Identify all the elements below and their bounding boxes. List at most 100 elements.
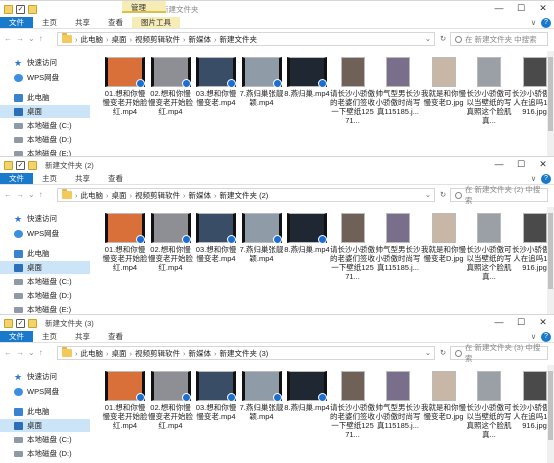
search-input[interactable]: 在 新建文件夹 中搜索	[450, 32, 548, 46]
file-item[interactable]: 7.燕归巢张靓颖.mp4	[239, 371, 285, 421]
forward-arrow-icon[interactable]: →	[16, 34, 24, 43]
nav-item[interactable]: 此电脑	[0, 247, 90, 260]
tab-view[interactable]: 查看	[99, 17, 132, 28]
nav-item[interactable]: ★ 快速访问	[0, 212, 90, 225]
file-item[interactable]: 我就是和你慢慢变老D.jpg	[421, 371, 467, 421]
tab-file[interactable]: 文件	[0, 173, 33, 184]
breadcrumb-item[interactable]: 此电脑	[81, 190, 104, 201]
file-item[interactable]: 请长沙小骄傲的老婆们签收一下壁纸12571...	[330, 57, 376, 125]
breadcrumb-item[interactable]: 视频剪辑软件	[135, 34, 180, 45]
breadcrumb-item[interactable]: 新建文件夹	[220, 34, 258, 45]
up-arrow-icon[interactable]: ↑	[39, 34, 43, 43]
vertical-scrollbar[interactable]	[547, 207, 554, 314]
tab-share[interactable]: 共享	[66, 173, 99, 184]
nav-item[interactable]: 此电脑	[0, 405, 90, 418]
tab-home[interactable]: 主页	[33, 17, 66, 28]
nav-item[interactable]: 此电脑	[0, 91, 90, 104]
new-folder-icon[interactable]	[28, 160, 37, 170]
file-item[interactable]: 长沙小骄傲可以当壁纸的写真照这个脸肌真...	[466, 371, 512, 439]
nav-item[interactable]: WPS网盘	[0, 385, 90, 398]
breadcrumb-item[interactable]: 新建文件夹 (2)	[220, 190, 269, 201]
back-arrow-icon[interactable]: ←	[4, 34, 12, 43]
forward-arrow-icon[interactable]: →	[16, 190, 24, 199]
tab-view[interactable]: 查看	[99, 173, 132, 184]
tab-file[interactable]: 文件	[0, 17, 33, 28]
file-item[interactable]: 02.想和你慢慢变老开始脸红.mp4	[148, 57, 194, 116]
maximize-button[interactable]: ☐	[510, 157, 532, 173]
forward-arrow-icon[interactable]: →	[16, 348, 24, 357]
file-item[interactable]: 8.燕归巢.mp4	[284, 57, 330, 98]
refresh-icon[interactable]: ↻	[437, 188, 449, 202]
nav-item[interactable]: 桌面	[0, 419, 90, 432]
address-dropdown-icon[interactable]: ⌄	[425, 347, 431, 359]
tab-share[interactable]: 共享	[66, 17, 99, 28]
breadcrumb-item[interactable]: 视频剪辑软件	[135, 348, 180, 359]
minimize-button[interactable]: —	[488, 157, 510, 173]
address-bar[interactable]: › 此电脑 › 桌面 › 视频剪辑软件 › 新媒体 › 新建文件夹 ⌄	[57, 32, 435, 46]
nav-item[interactable]: ★ 快速访问	[0, 56, 90, 69]
nav-item[interactable]: 本地磁盘 (E:)	[0, 303, 90, 314]
nav-item[interactable]: 本地磁盘 (C:)	[0, 433, 90, 446]
file-item[interactable]: 01.想和你慢慢变老开始脸红.mp4	[102, 213, 148, 272]
file-item[interactable]: 帅气型男长沙小骄傲时尚写真115185.j...	[375, 371, 421, 430]
up-arrow-icon[interactable]: ↑	[39, 190, 43, 199]
scrollbar-thumb[interactable]	[548, 57, 553, 132]
file-item[interactable]: 长沙小骄傲可以当壁纸的写真照这个脸肌真...	[466, 57, 512, 125]
search-input[interactable]: 在 新建文件夹 (2) 中搜索	[450, 185, 548, 205]
recent-dropdown-icon[interactable]: ⌄	[28, 348, 35, 357]
properties-checkbox-icon[interactable]: ✓	[16, 160, 25, 170]
help-icon[interactable]: ?	[541, 332, 551, 342]
maximize-button[interactable]: ☐	[510, 315, 532, 331]
back-arrow-icon[interactable]: ←	[4, 348, 12, 357]
tab-picture-tools[interactable]: 图片工具	[132, 17, 180, 28]
vertical-scrollbar[interactable]	[547, 51, 554, 156]
file-item[interactable]: 请长沙小骄傲的老婆们签收一下壁纸12571...	[330, 213, 376, 281]
file-item[interactable]: 8.燕归巢.mp4	[284, 213, 330, 254]
file-item[interactable]: 7.燕归巢张靓颖.mp4	[239, 213, 285, 263]
file-item[interactable]: 请长沙小骄傲的老婆们签收一下壁纸12571...	[330, 371, 376, 439]
file-item[interactable]: 01.想和你慢慢变老开始脸红.mp4	[102, 371, 148, 430]
minimize-button[interactable]: —	[488, 315, 510, 331]
help-icon[interactable]: ?	[541, 174, 551, 184]
breadcrumb-item[interactable]: 新媒体	[189, 190, 212, 201]
tab-file[interactable]: 文件	[0, 331, 33, 342]
address-bar[interactable]: › 此电脑 › 桌面 › 视频剪辑软件 › 新媒体 › 新建文件夹 (2) ⌄	[57, 188, 435, 202]
refresh-icon[interactable]: ↻	[437, 32, 449, 46]
breadcrumb-item[interactable]: 桌面	[112, 348, 127, 359]
close-button[interactable]: ✕	[532, 315, 554, 331]
nav-item[interactable]: 本地磁盘 (D:)	[0, 447, 90, 460]
breadcrumb-item[interactable]: 桌面	[112, 190, 127, 201]
tab-view[interactable]: 查看	[99, 331, 132, 342]
tab-home[interactable]: 主页	[33, 173, 66, 184]
file-item[interactable]: 01.想和你慢慢变老开始脸红.mp4	[102, 57, 148, 116]
file-item[interactable]: 长沙小骄傲可以当壁纸的写真照这个脸肌真...	[466, 213, 512, 281]
file-item[interactable]: 02.想和你慢慢变老开始脸红.mp4	[148, 371, 194, 430]
vertical-scrollbar[interactable]	[547, 365, 554, 463]
file-item[interactable]: 我就是和你慢慢变老D.jpg	[421, 213, 467, 263]
close-button[interactable]: ✕	[532, 1, 554, 17]
breadcrumb-item[interactable]: 桌面	[112, 34, 127, 45]
address-bar[interactable]: › 此电脑 › 桌面 › 视频剪辑软件 › 新媒体 › 新建文件夹 (3) ⌄	[57, 346, 435, 360]
close-button[interactable]: ✕	[532, 157, 554, 173]
nav-item[interactable]: 本地磁盘 (C:)	[0, 275, 90, 288]
file-item[interactable]: 帅气型男长沙小骄傲时尚写真115185.j...	[375, 57, 421, 116]
file-item[interactable]: 帅气型男长沙小骄傲时尚写真115185.j...	[375, 213, 421, 272]
breadcrumb-item[interactable]: 此电脑	[81, 348, 104, 359]
new-folder-icon[interactable]	[28, 4, 37, 14]
nav-item[interactable]: 本地磁盘 (D:)	[0, 133, 90, 146]
new-folder-icon[interactable]	[28, 318, 37, 328]
scrollbar-thumb[interactable]	[548, 213, 553, 289]
nav-item[interactable]: 本地磁盘 (E:)	[0, 147, 90, 156]
nav-item[interactable]: ★ 快速访问	[0, 370, 90, 383]
tab-share[interactable]: 共享	[66, 331, 99, 342]
tab-home[interactable]: 主页	[33, 331, 66, 342]
file-item[interactable]: 我就是和你慢慢变老D.jpg	[421, 57, 467, 107]
help-icon[interactable]: ?	[541, 18, 551, 28]
file-item[interactable]: 03.想和你慢慢变老.mp4	[193, 57, 239, 107]
refresh-icon[interactable]: ↻	[437, 346, 449, 360]
minimize-button[interactable]: —	[488, 1, 510, 17]
nav-item[interactable]: 本地磁盘 (C:)	[0, 119, 90, 132]
back-arrow-icon[interactable]: ←	[4, 190, 12, 199]
file-item[interactable]: 03.想和你慢慢变老.mp4	[193, 371, 239, 421]
scrollbar-thumb[interactable]	[548, 371, 553, 441]
